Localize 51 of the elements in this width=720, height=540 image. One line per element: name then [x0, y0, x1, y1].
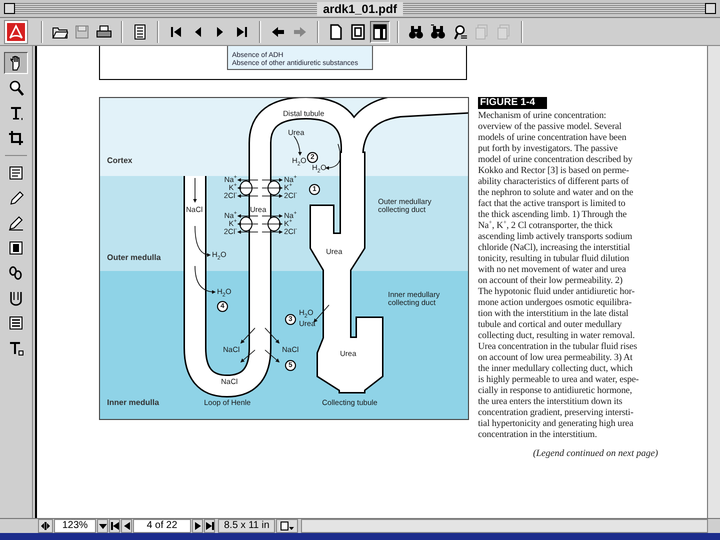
pencil-icon — [8, 190, 24, 206]
last-page-icon — [206, 522, 214, 530]
figure-caption: Mechanism of urine concentration: overview of the passive model. Several models of urine concentration have been put forth by investigators. The passive model of urine concentration described by Kokko and Rector [3] is based on perme- ability characteristics of different parts of the nephron to solute and water and on the fact that the active transport is limited to the thick ascending limb. 1) Through the Na$^{+}$, K$^{+}$, 2 Cl cotransporter, the thick ascending limb actively transports sodium chloride (NaCl), increasing the interstitial tonicity, resulting in tubular fluid dilution with no net movement of water and urea on account of their low permeability. 2) The hypotonic fluid under antidiuretic hor- mone action undergoes osmotic equilibra- tion with the interstitium in the late distal tubule and cortical and outer medullary collecting duct, resulting in water removal. Urea concentration in the tubular fluid rises on account of low urea permeability. 3) At the inner medullary collecting duct, which is highly permeable to urea and water, espe- cially in response to antidiuretic hormone, the urea enters the interstitium down its concentration gradient, preserving intersti- tial hypertonicity and generating high urea concentration in the interstitium. — [478, 111, 639, 441]
figure-title: FIGURE 1-4 — [478, 97, 548, 109]
page-layout-button[interactable] — [276, 519, 298, 533]
split-button[interactable] — [38, 519, 53, 533]
page-layout-icon — [280, 521, 294, 531]
chain-link-icon — [8, 265, 24, 281]
previous-page-button[interactable] — [121, 519, 132, 533]
horizontal-scrollbar[interactable] — [301, 519, 708, 533]
highlighter-icon — [8, 215, 24, 231]
magnifier-icon — [8, 80, 24, 96]
touch-up-text-icon — [8, 340, 24, 356]
page-icon — [328, 24, 344, 40]
previous-page-icon — [122, 522, 130, 530]
next-page-button[interactable] — [192, 519, 203, 533]
search-document-icon — [452, 24, 468, 40]
printer-icon — [96, 24, 112, 40]
close-box[interactable] — [4, 3, 15, 14]
next-page-icon — [194, 522, 202, 530]
caret-icon — [98, 522, 106, 530]
note-icon — [8, 165, 24, 181]
crop-icon — [8, 130, 24, 146]
hand-tool[interactable] — [4, 52, 28, 74]
last-page-button[interactable] — [204, 519, 215, 533]
continued-note: (Legend continued on next page) — [532, 449, 659, 460]
page-size: 8.5 x 11 in — [218, 519, 276, 533]
vertical-scrollbar[interactable] — [707, 46, 720, 518]
page-field[interactable]: 4 of 22 — [133, 519, 191, 533]
split-icon — [41, 522, 50, 530]
zone-label: Cortex — [107, 157, 132, 165]
zoom-field[interactable]: 123% — [54, 519, 96, 533]
first-page-icon — [110, 522, 118, 530]
article-icon — [8, 290, 24, 306]
fit-width-icon — [372, 24, 388, 40]
document-stack-icon — [496, 24, 512, 40]
form-icon — [8, 315, 24, 331]
film-icon — [8, 240, 24, 256]
fit-page-icon — [350, 24, 366, 40]
zone-label: Outer medulla — [107, 254, 161, 262]
zone-label: Inner medulla — [107, 399, 160, 407]
page-lines-icon — [132, 24, 148, 40]
window-title: ardk1_01.pdf — [316, 2, 404, 16]
binoculars-icon — [430, 24, 446, 40]
binoculars-icon — [408, 24, 424, 40]
fit-width-button[interactable] — [370, 20, 390, 42]
zoom-menu-button[interactable] — [97, 519, 108, 533]
text-select-icon — [8, 105, 24, 121]
zoom-box[interactable] — [705, 3, 716, 14]
first-page-button[interactable] — [109, 519, 120, 533]
document-stack-icon — [474, 24, 490, 40]
